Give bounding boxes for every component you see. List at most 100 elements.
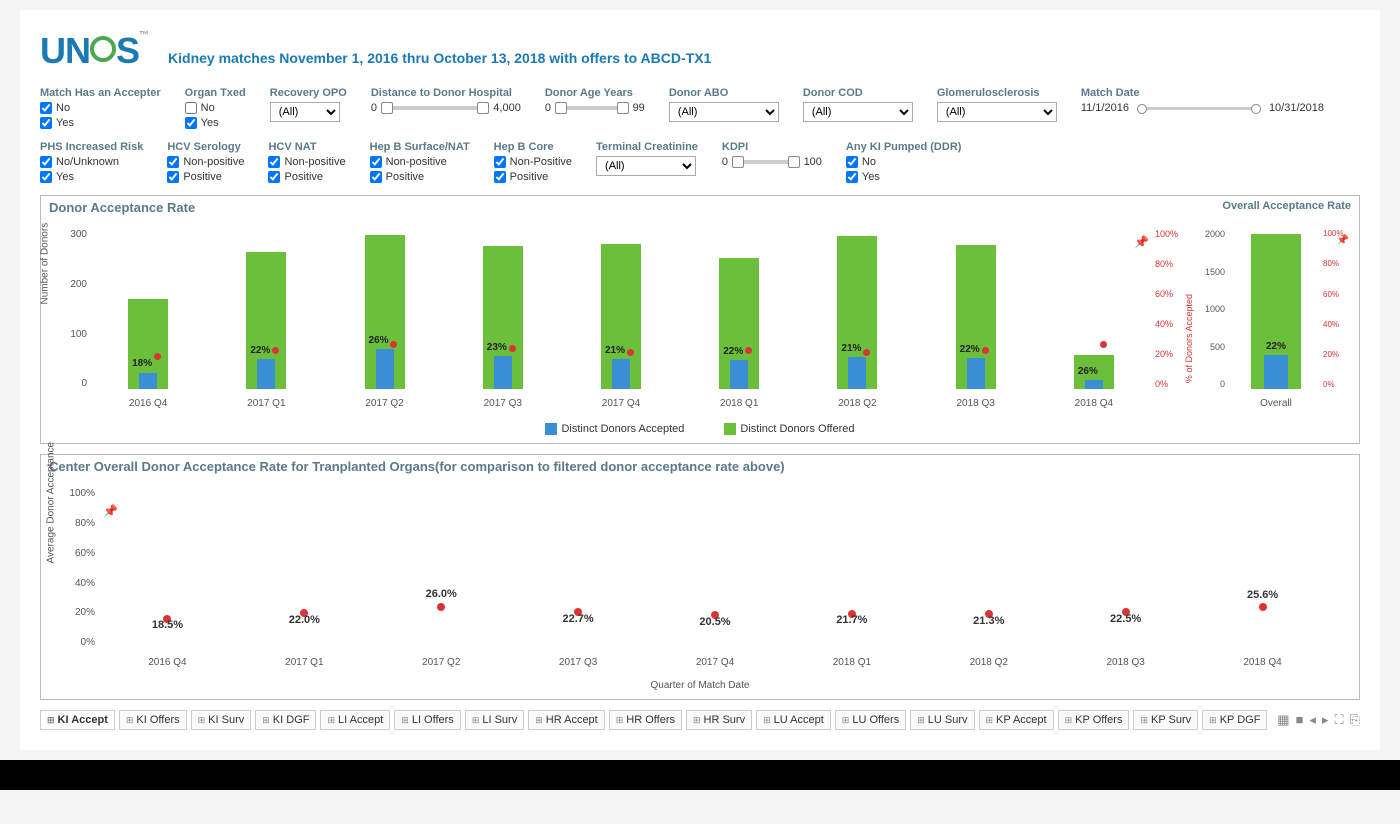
tab-grid-icon: ⊞ <box>198 715 206 726</box>
tab-lu-accept[interactable]: ⊞LU Accept <box>756 710 831 730</box>
chk-hbc-np[interactable]: Non-Positive <box>494 156 572 168</box>
filter-match-date: Match Date 11/1/201610/31/2018 <box>1081 87 1324 129</box>
select-donor-cod[interactable]: (All) <box>803 102 913 122</box>
filter-kdpi: KDPI 0100 <box>722 141 822 183</box>
chk-phs-no[interactable]: No/Unknown <box>40 156 143 168</box>
slider-distance[interactable]: 04,000 <box>371 102 521 114</box>
y-axis-overall-right: 100%80%60%40%20%0% <box>1323 229 1351 389</box>
unos-logo: UNS™ <box>40 30 148 72</box>
filter-pumped: Any KI Pumped (DDR) No Yes <box>846 141 962 183</box>
chk-txed-no[interactable]: No <box>185 102 246 114</box>
nav-presentation-icon[interactable]: ⎘ <box>1350 712 1360 728</box>
x-axis-scatter: 2016 Q42017 Q12017 Q22017 Q32017 Q42018 … <box>99 657 1331 668</box>
chk-txed-yes[interactable]: Yes <box>185 117 246 129</box>
sheet-tabs: ⊞KI Accept⊞KI Offers⊞KI Surv⊞KI DGF⊞LI A… <box>40 710 1360 730</box>
panel1-title: Donor Acceptance Rate <box>49 200 195 215</box>
x-axis: 2016 Q42017 Q12017 Q22017 Q32017 Q42018 … <box>89 398 1153 409</box>
chart-quarterly-acceptance[interactable]: Number of Donors % of Donors Accepted 30… <box>49 219 1183 419</box>
chk-pump-no[interactable]: No <box>846 156 962 168</box>
filter-hcv-nat: HCV NAT Non-positive Positive <box>268 141 345 183</box>
filter-recovery-opo: Recovery OPO (All) <box>270 87 347 129</box>
tab-li-accept[interactable]: ⊞LI Accept <box>320 710 390 730</box>
filter-row-2: PHS Increased Risk No/Unknown Yes HCV Se… <box>40 141 1360 183</box>
filter-glomer: Glomerulosclerosis (All) <box>937 87 1057 129</box>
panel2-title: Center Overall Donor Acceptance Rate for… <box>49 459 1351 474</box>
tab-grid-icon: ⊞ <box>262 715 270 726</box>
chk-hbc-p[interactable]: Positive <box>494 171 572 183</box>
tab-hr-offers[interactable]: ⊞HR Offers <box>609 710 682 730</box>
nav-grid-icon[interactable]: ▦ <box>1277 712 1289 728</box>
tab-ki-offers[interactable]: ⊞KI Offers <box>119 710 187 730</box>
tab-hr-accept[interactable]: ⊞HR Accept <box>528 710 605 730</box>
tab-kp-surv[interactable]: ⊞KP Surv <box>1133 710 1198 730</box>
chk-hcvser-p[interactable]: Positive <box>167 171 244 183</box>
tab-grid-icon: ⊞ <box>47 715 55 726</box>
y-axis-left: 3002001000 <box>49 229 87 389</box>
panel1-overall-title: Overall Acceptance Rate <box>1222 200 1351 215</box>
tab-hr-surv[interactable]: ⊞HR Surv <box>686 710 752 730</box>
select-glomer[interactable]: (All) <box>937 102 1057 122</box>
nav-next-icon[interactable]: ▸ <box>1322 712 1329 728</box>
tab-grid-icon: ⊞ <box>842 715 850 726</box>
tab-ki-dgf[interactable]: ⊞KI DGF <box>255 710 316 730</box>
filter-phs: PHS Increased Risk No/Unknown Yes <box>40 141 143 183</box>
letterbox-bottom <box>0 760 1400 790</box>
slider-match-date[interactable]: 11/1/201610/31/2018 <box>1081 102 1324 114</box>
select-term-creat[interactable]: (All) <box>596 156 696 176</box>
filter-hepb-surf: Hep B Surface/NAT Non-positive Positive <box>370 141 470 183</box>
filter-row-1: Match Has an Accepter No Yes Organ Txed … <box>40 87 1360 129</box>
tab-lu-offers[interactable]: ⊞LU Offers <box>835 710 906 730</box>
chk-pump-yes[interactable]: Yes <box>846 171 962 183</box>
slider-donor-age[interactable]: 099 <box>545 102 645 114</box>
pin-icon[interactable]: 📌 <box>1337 235 1349 246</box>
tab-grid-icon: ⊞ <box>535 715 543 726</box>
y-axis-scatter: 100%80%60%40%20%0% <box>63 488 95 648</box>
tab-grid-icon: ⊞ <box>986 715 994 726</box>
filter-donor-abo: Donor ABO (All) <box>669 87 779 129</box>
tab-grid-icon: ⊞ <box>1140 715 1148 726</box>
tab-grid-icon: ⊞ <box>1065 715 1073 726</box>
chart-center-rate[interactable]: Average Donor Acceptance 100%80%60%40%20… <box>49 478 1351 678</box>
tab-grid-icon: ⊞ <box>401 715 409 726</box>
y-axis-right: 100%80%60%40%20%0% <box>1155 229 1183 389</box>
filter-donor-age: Donor Age Years 099 <box>545 87 645 129</box>
chk-hbs-np[interactable]: Non-positive <box>370 156 470 168</box>
chk-phs-yes[interactable]: Yes <box>40 171 143 183</box>
chk-hcvnat-np[interactable]: Non-positive <box>268 156 345 168</box>
chk-match-yes[interactable]: Yes <box>40 117 161 129</box>
tab-kp-dgf[interactable]: ⊞KP DGF <box>1202 710 1267 730</box>
chart-overall-acceptance[interactable]: 2000150010005000 100%80%60%40%20%0% 📌 22… <box>1191 219 1351 419</box>
tab-grid-icon: ⊞ <box>327 715 335 726</box>
tab-lu-surv[interactable]: ⊞LU Surv <box>910 710 974 730</box>
chk-hcvnat-p[interactable]: Positive <box>268 171 345 183</box>
dashboard-page: UNS™ Kidney matches November 1, 2016 thr… <box>20 10 1380 750</box>
tab-grid-icon: ⊞ <box>763 715 771 726</box>
tab-kp-offers[interactable]: ⊞KP Offers <box>1058 710 1130 730</box>
tab-li-offers[interactable]: ⊞LI Offers <box>394 710 461 730</box>
tab-li-surv[interactable]: ⊞LI Surv <box>465 710 524 730</box>
chk-match-no[interactable]: No <box>40 102 161 114</box>
filter-organ-txed: Organ Txed No Yes <box>185 87 246 129</box>
nav-fullscreen-icon[interactable]: ⛶ <box>1334 712 1343 728</box>
tab-grid-icon: ⊞ <box>126 715 134 726</box>
nav-prev-icon[interactable]: ◂ <box>1309 712 1316 728</box>
panel-donor-acceptance: Donor Acceptance Rate Overall Acceptance… <box>40 195 1360 444</box>
tab-grid-icon: ⊞ <box>917 715 925 726</box>
x-axis-overall: Overall <box>1227 398 1325 409</box>
tab-grid-icon: ⊞ <box>616 715 624 726</box>
tab-grid-icon: ⊞ <box>472 715 480 726</box>
tab-kp-accept[interactable]: ⊞KP Accept <box>979 710 1054 730</box>
filter-distance: Distance to Donor Hospital 04,000 <box>371 87 521 129</box>
filter-hepb-core: Hep B Core Non-Positive Positive <box>494 141 572 183</box>
tab-ki-accept[interactable]: ⊞KI Accept <box>40 710 115 730</box>
chk-hcvser-np[interactable]: Non-positive <box>167 156 244 168</box>
tab-nav: ▦ ■ ◂ ▸ ⛶ ⎘ <box>1277 712 1360 728</box>
slider-kdpi[interactable]: 0100 <box>722 156 822 168</box>
panel-center-rate: Center Overall Donor Acceptance Rate for… <box>40 454 1360 700</box>
chk-hbs-p[interactable]: Positive <box>370 171 470 183</box>
select-donor-abo[interactable]: (All) <box>669 102 779 122</box>
chart-legend: Distinct Donors Accepted Distinct Donors… <box>49 423 1351 435</box>
select-recovery-opo[interactable]: (All) <box>270 102 340 122</box>
nav-stop-icon[interactable]: ■ <box>1296 712 1304 728</box>
tab-ki-surv[interactable]: ⊞KI Surv <box>191 710 252 730</box>
